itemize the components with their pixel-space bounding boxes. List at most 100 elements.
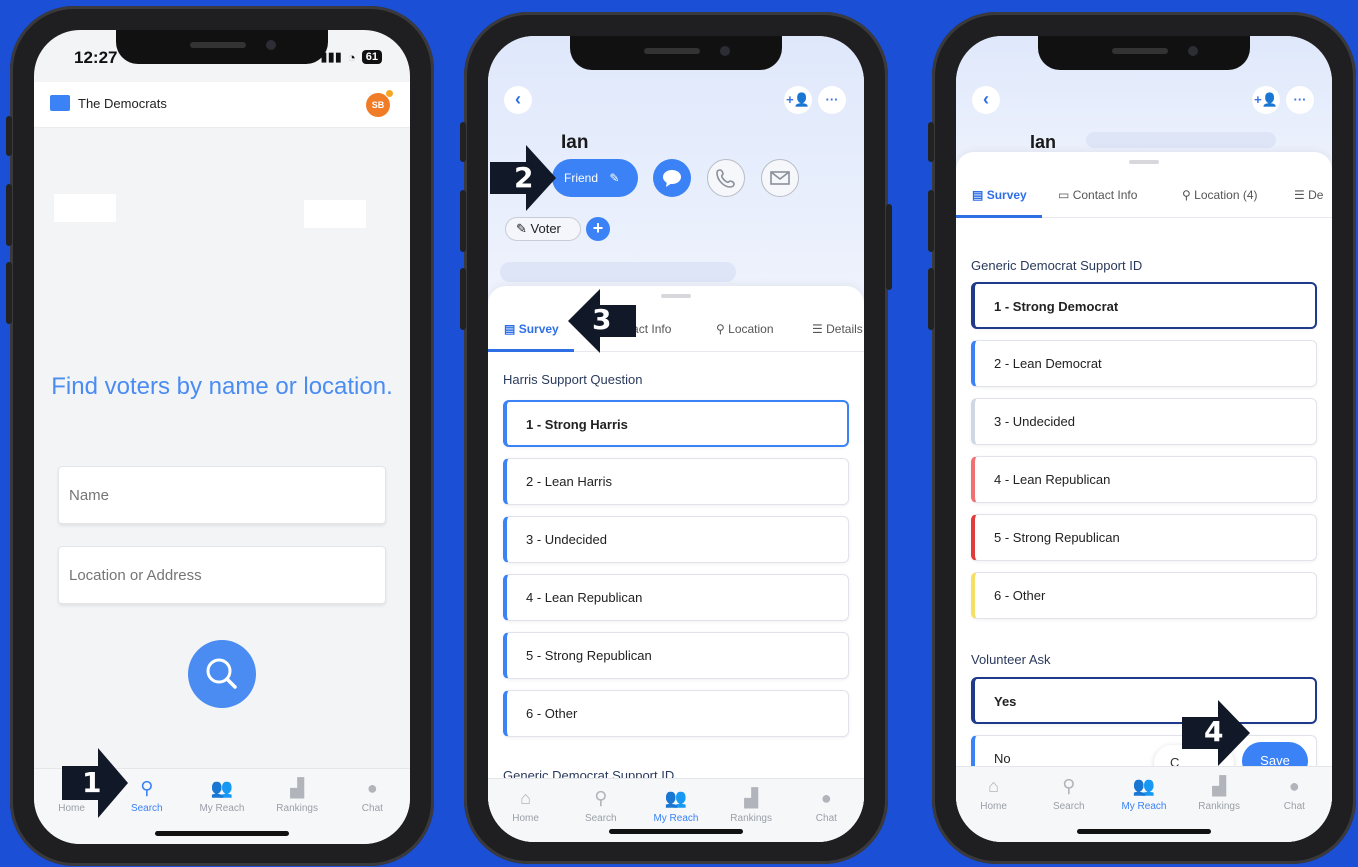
- message-button[interactable]: [653, 159, 691, 197]
- notch: [570, 36, 782, 70]
- notch: [1038, 36, 1250, 70]
- tab-survey[interactable]: ▤ Survey: [972, 188, 1027, 202]
- side-button: [886, 204, 892, 290]
- question-title: Harris Support Question: [503, 372, 643, 387]
- survey-option[interactable]: 4 - Lean Republican: [971, 456, 1317, 503]
- bar-chart-icon: ▟: [1212, 776, 1227, 796]
- step-4-arrow: 4: [1182, 700, 1250, 771]
- tab-home[interactable]: ⌂Home: [491, 787, 561, 842]
- ballot-icon: ✎: [516, 221, 527, 236]
- voter-tag[interactable]: ✎ Voter: [505, 217, 581, 241]
- tab-chat[interactable]: ● Chat: [337, 777, 407, 844]
- survey-option[interactable]: 1 - Strong Democrat: [971, 282, 1317, 329]
- add-contact-icon[interactable]: +👤: [1252, 86, 1280, 114]
- id-card-icon: ▭: [1058, 188, 1070, 202]
- phone-survey-save: ‹ +👤 ··· Ian ▤ Survey ▭ Contact Info ⚲ L…: [928, 12, 1356, 864]
- pin-icon: ⚲: [716, 322, 725, 336]
- home-indicator: [609, 829, 743, 834]
- redacted-block: [304, 200, 366, 228]
- clipboard-icon: ▤: [972, 188, 984, 202]
- contact-name: Ian: [1030, 132, 1057, 152]
- question-title: Volunteer Ask: [971, 652, 1051, 667]
- people-icon: 👥: [210, 778, 234, 798]
- phone-search-screen: 12:27 ▮▮▮ ◔ 61 The Democrats SB Find vot…: [6, 6, 434, 866]
- survey-option[interactable]: 3 - Undecided: [503, 516, 849, 563]
- mail-icon: [770, 171, 790, 185]
- chat-bubble-icon: [663, 170, 681, 187]
- battery-icon: 61: [361, 50, 382, 64]
- contact-name: Ian: [561, 132, 589, 153]
- clipboard-icon: ▤: [504, 322, 516, 336]
- side-button: [6, 184, 12, 246]
- side-button: [6, 116, 12, 156]
- list-icon: ☰: [1294, 188, 1305, 202]
- add-tag-button[interactable]: +: [586, 217, 610, 241]
- survey-sheet: ▤ Survey ▭ Contact Info ⚲ Location (4) ☰…: [956, 152, 1332, 842]
- side-button: [928, 190, 934, 252]
- email-button[interactable]: [761, 159, 799, 197]
- people-icon: 👥: [664, 788, 688, 808]
- survey-option[interactable]: 6 - Other: [503, 690, 849, 737]
- sheet-handle[interactable]: [1129, 160, 1159, 164]
- tab-home[interactable]: ⌂Home: [959, 775, 1029, 842]
- survey-option[interactable]: 4 - Lean Republican: [503, 574, 849, 621]
- chat-icon: ●: [820, 788, 832, 808]
- step-number: 3: [592, 303, 612, 336]
- redacted-block: [1086, 132, 1276, 148]
- call-button[interactable]: [707, 159, 745, 197]
- tab-chat[interactable]: ● Chat: [1259, 775, 1329, 842]
- add-contact-icon[interactable]: +👤: [784, 86, 812, 114]
- sheet-tabs: ▤ Survey ▭ Contact Info ⚲ Location ☰ Det…: [488, 306, 864, 352]
- active-tab-indicator: [488, 349, 574, 352]
- name-input[interactable]: [58, 466, 386, 524]
- chat-icon: ●: [1288, 776, 1300, 796]
- side-button: [460, 190, 466, 252]
- redacted-block: [54, 194, 116, 222]
- tab-location[interactable]: ⚲ Location: [716, 322, 774, 336]
- people-icon: 👥: [1132, 776, 1156, 796]
- sheet-handle[interactable]: [661, 294, 691, 298]
- tab-details[interactable]: ☰ De: [1294, 188, 1323, 202]
- survey-option[interactable]: 5 - Strong Republican: [503, 632, 849, 679]
- bar-chart-icon: ▟: [744, 788, 759, 808]
- step-3-arrow: 3: [568, 289, 636, 358]
- survey-option[interactable]: Yes: [971, 677, 1317, 724]
- app-name: The Democrats: [78, 96, 167, 111]
- search-icon: ⚲: [594, 788, 608, 808]
- tab-location[interactable]: ⚲ Location (4): [1182, 188, 1258, 202]
- back-button[interactable]: ‹: [972, 86, 1000, 114]
- search-prompt: Find voters by name or location.: [51, 373, 393, 400]
- notification-dot: [385, 89, 394, 98]
- side-button: [460, 122, 466, 162]
- phone-icon: [716, 169, 735, 188]
- home-icon: ⌂: [988, 776, 1000, 796]
- status-time: 12:27: [74, 48, 118, 67]
- survey-option[interactable]: 6 - Other: [971, 572, 1317, 619]
- search-button[interactable]: [188, 640, 256, 708]
- location-input[interactable]: [58, 546, 386, 604]
- status-icons: ▮▮▮ ◔ 61: [320, 49, 382, 65]
- pencil-icon: ✎: [609, 171, 620, 185]
- more-options-icon[interactable]: ···: [1286, 86, 1314, 114]
- survey-option[interactable]: 1 - Strong Harris: [503, 400, 849, 447]
- survey-option[interactable]: 5 - Strong Republican: [971, 514, 1317, 561]
- home-indicator: [155, 831, 289, 836]
- side-button: [460, 268, 466, 330]
- step-number: 1: [82, 766, 102, 799]
- side-button: [6, 262, 12, 324]
- survey-option[interactable]: 2 - Lean Democrat: [971, 340, 1317, 387]
- tab-survey[interactable]: ▤ Survey: [504, 322, 559, 336]
- app-header: The Democrats SB: [34, 82, 410, 128]
- survey-option[interactable]: 2 - Lean Harris: [503, 458, 849, 505]
- phone-contact-survey: ‹ +👤 ··· Ian Friend ✎ ✎ Voter + ▤ Survey…: [460, 12, 892, 864]
- survey-option[interactable]: 3 - Undecided: [971, 398, 1317, 445]
- step-number: 2: [514, 161, 534, 194]
- relationship-button[interactable]: Friend ✎: [552, 159, 638, 197]
- search-icon: ⚲: [1062, 776, 1076, 796]
- tab-contact-info[interactable]: ▭ Contact Info: [1058, 188, 1137, 202]
- more-options-icon[interactable]: ···: [818, 86, 846, 114]
- tab-details[interactable]: ☰ Details: [812, 322, 863, 336]
- tab-chat[interactable]: ● Chat: [791, 787, 861, 842]
- bar-chart-icon: ▟: [290, 778, 305, 798]
- back-button[interactable]: ‹: [504, 86, 532, 114]
